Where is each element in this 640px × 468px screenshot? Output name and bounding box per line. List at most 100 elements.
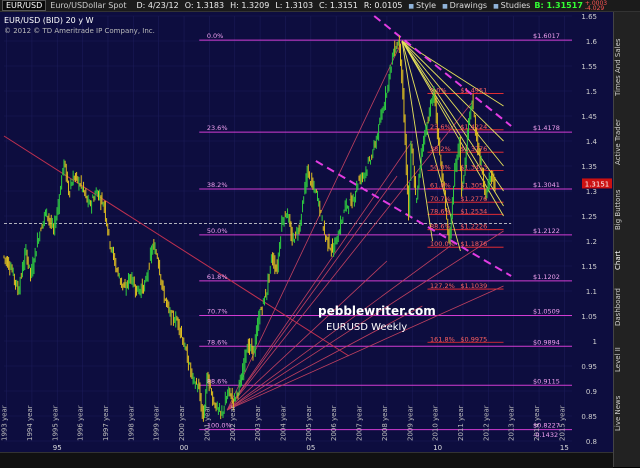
y-tick-label: 1.15	[581, 263, 597, 271]
last-price: B: 1.31517	[534, 1, 583, 10]
tab-level-ii[interactable]: Level II	[614, 340, 640, 380]
fib-label: 0.0%	[207, 32, 224, 40]
decade-label: 10	[433, 444, 442, 452]
x-tick-label: 1994 year	[26, 405, 34, 441]
tab-live-news[interactable]: Live News	[614, 388, 640, 438]
symbol-input[interactable]: EUR/USD	[2, 0, 47, 11]
x-tick-label: 2005 year	[305, 405, 313, 441]
red-fib-price-label: $1.2226	[460, 223, 487, 231]
red-fib-price-label: $1.4224	[460, 123, 487, 131]
x-tick-label: 2013 year	[508, 405, 516, 441]
y-tick-label: 0.9	[586, 388, 597, 396]
y-tick-label: 0.85	[581, 413, 597, 421]
change-readout: +.0003 -4.029	[584, 0, 607, 12]
red-fib-label: 127.2%	[430, 282, 455, 290]
y-tick-label: 1.25	[581, 213, 597, 221]
red-fib-price-label: $1.305	[460, 182, 483, 190]
red-fib-label: 88.6%	[430, 223, 451, 231]
watermark-site: pebblewriter.com	[318, 304, 436, 318]
fib-label: 70.7%	[207, 308, 228, 316]
fib-price-label: $1.4178	[533, 124, 560, 132]
y-tick-label: 0.8	[586, 438, 597, 446]
y-tick-label: 1.3	[586, 188, 597, 196]
x-tick-label: 2012 year	[482, 405, 490, 441]
red-fib-label: 100.0%	[430, 240, 455, 248]
y-tick-label: 1.2	[586, 238, 597, 246]
date-value: D: 4/23/12	[136, 1, 179, 10]
decade-label: 15	[560, 444, 569, 452]
tab-times-and-sales[interactable]: Times And Sales	[614, 32, 640, 102]
close-value: C: 1.3151	[319, 1, 358, 10]
y-tick-label: 1.4	[586, 138, 598, 146]
open-value: O: 1.3183	[184, 1, 225, 10]
red-fib-label: 38.2%	[430, 145, 451, 153]
symbol-toolbar: EUR/USD Euro/USDollar Spot D: 4/23/12 O:…	[0, 0, 640, 12]
chart-background	[0, 12, 613, 452]
x-tick-label: 2000 year	[178, 405, 186, 441]
x-tick-label: 2004 year	[279, 405, 287, 441]
y-tick-label: 1.05	[581, 313, 597, 321]
red-fib-price-label: $1.2776	[460, 195, 487, 203]
fib-label: 38.2%	[207, 181, 228, 189]
red-fib-label: 70.7%	[430, 195, 451, 203]
y-tick-label: 1.1	[586, 288, 597, 296]
y-tick-label: 1.35	[581, 163, 597, 171]
y-tick-label: 1.5	[586, 88, 597, 96]
fib-price-label: $0.9115	[533, 377, 560, 385]
high-value: H: 1.3209	[230, 1, 270, 10]
status-bar	[0, 452, 613, 468]
fib-price-label: -0.1432	[533, 431, 558, 439]
price-axis-background	[578, 12, 613, 452]
fib-label: 100.0%	[207, 422, 232, 430]
last-price-label: 1.3151	[585, 180, 610, 188]
right-sidebar: Times And Sales Active Trader Big Button…	[613, 12, 640, 467]
price-chart[interactable]: 0.8 0.85 0.9 0.95 1 1.05 1.1 1.15 1.2 1.25 1.3 1.35…	[0, 12, 613, 452]
x-tick-label: 1996 year	[77, 405, 85, 441]
style-button[interactable]: Style	[408, 1, 436, 10]
decade-label: 95	[53, 444, 62, 452]
y-tick-label: 1.65	[581, 13, 597, 21]
fib-label: 78.6%	[207, 338, 228, 346]
x-tick-label: 2010 year	[432, 405, 440, 441]
decade-label: 00	[180, 444, 189, 452]
red-fib-price-label: $1.2534	[460, 207, 487, 215]
y-tick-label: 1.6	[586, 38, 598, 46]
fib-price-label: $1.2122	[533, 227, 560, 235]
fib-price-label: $1.1202	[533, 273, 560, 281]
y-tick-label: 0.95	[581, 363, 597, 371]
studies-button[interactable]: Studies	[493, 1, 531, 10]
low-value: L: 1.3103	[275, 1, 314, 10]
red-fib-price-label: $1.1039	[460, 282, 487, 290]
x-tick-label: 1998 year	[127, 405, 135, 441]
tab-active-trader[interactable]: Active Trader	[614, 112, 640, 172]
y-tick-label: 1.55	[581, 63, 597, 71]
chart-title: EUR/USD (BID) 20 y W	[4, 16, 94, 25]
fib-label: 23.6%	[207, 124, 228, 132]
drawings-button[interactable]: Drawings	[442, 1, 487, 10]
red-fib-label: 0.0%	[430, 86, 447, 94]
fib-label: 50.0%	[207, 227, 228, 235]
red-fib-label: 23.6%	[430, 123, 451, 131]
tab-dashboard[interactable]: Dashboard	[614, 282, 640, 332]
x-tick-label: 2003 year	[254, 405, 262, 441]
x-tick-label: 2008 year	[381, 405, 389, 441]
tab-chart[interactable]: Chart	[614, 245, 640, 275]
decade-label: 05	[306, 444, 315, 452]
symbol-description: Euro/USDollar Spot	[50, 1, 127, 10]
copyright: © 2012 © TD Ameritrade IP Company, Inc.	[4, 27, 155, 35]
red-fib-label: 50.0%	[430, 163, 451, 171]
ohlc-readout: D: 4/23/12 O: 1.3183 H: 1.3209 L: 1.3103…	[136, 1, 402, 10]
red-fib-price-label: $1.4951	[460, 86, 487, 94]
y-tick-label: 1.45	[581, 113, 597, 121]
red-fib-price-label: $1.3776	[460, 145, 487, 153]
change-bottom: -4.029	[584, 4, 605, 12]
fib-price-label: $1.6017	[533, 32, 560, 40]
fib-label: 61.8%	[207, 273, 228, 281]
red-fib-label: 161.8%	[430, 335, 455, 343]
fib-price-label: $1.0509	[533, 308, 560, 316]
tab-big-buttons[interactable]: Big Buttons	[614, 182, 640, 237]
watermark-caption: EURUSD Weekly	[326, 322, 407, 333]
red-fib-price-label: $0.9975	[460, 335, 487, 343]
fib-price-label: $0.8227	[533, 422, 560, 430]
fib-price-label: $0.9894	[533, 338, 560, 346]
